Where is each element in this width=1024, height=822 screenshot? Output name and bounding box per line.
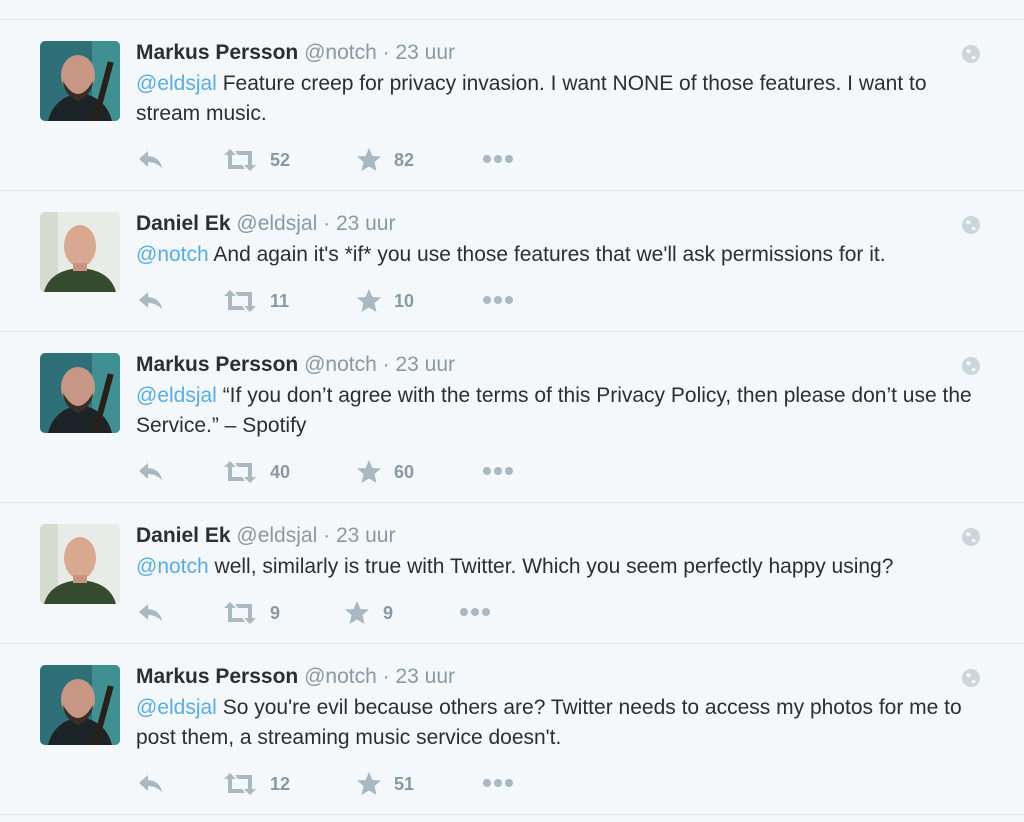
- reply-icon[interactable]: [136, 146, 166, 174]
- tweet-header: Markus Persson @notch · 23 uur: [136, 663, 455, 691]
- tweet-actions: 9 9: [136, 599, 556, 627]
- tweet-text: @eldsjal “If you don’t agree with the te…: [136, 381, 986, 441]
- retweet-count[interactable]: 40: [270, 460, 290, 484]
- author-handle[interactable]: @notch: [304, 665, 377, 688]
- more-icon[interactable]: [481, 458, 517, 486]
- star-icon[interactable]: [344, 599, 370, 627]
- tweet-actions: 40 60: [136, 458, 556, 486]
- tweet-divider: [0, 331, 1024, 332]
- retweet-icon[interactable]: [222, 458, 258, 486]
- retweet-count[interactable]: 11: [270, 289, 289, 313]
- author-name[interactable]: Markus Persson: [136, 41, 298, 64]
- reply-icon[interactable]: [136, 458, 166, 486]
- avatar[interactable]: [40, 41, 120, 121]
- tweet-header: Daniel Ek @eldsjal · 23 uur: [136, 210, 395, 238]
- tweet-body: Feature creep for privacy invasion. I wa…: [136, 72, 927, 125]
- tweet-text: @eldsjal So you're evil because others a…: [136, 693, 986, 753]
- tweet-text: @notch well, similarly is true with Twit…: [136, 552, 986, 582]
- tweet-divider: [0, 814, 1024, 815]
- tweet-actions: 11 10: [136, 287, 556, 315]
- author-name[interactable]: Daniel Ek: [136, 524, 231, 547]
- reply-icon[interactable]: [136, 599, 166, 627]
- separator-dot: ·: [382, 353, 390, 376]
- reply-icon[interactable]: [136, 770, 166, 798]
- tweet-divider: [0, 19, 1024, 20]
- favorite-count[interactable]: 9: [383, 601, 393, 625]
- globe-icon: [962, 357, 980, 375]
- favorite-count[interactable]: 60: [394, 460, 414, 484]
- tweet-body: “If you don’t agree with the terms of th…: [136, 384, 972, 437]
- more-icon[interactable]: [458, 599, 494, 627]
- mention-link[interactable]: @eldsjal: [136, 696, 217, 719]
- star-icon[interactable]: [356, 146, 382, 174]
- retweet-count[interactable]: 52: [270, 148, 290, 172]
- timestamp[interactable]: 23 uur: [336, 212, 396, 235]
- author-name[interactable]: Markus Persson: [136, 353, 298, 376]
- separator-dot: ·: [323, 524, 331, 547]
- tweet-body: So you're evil because others are? Twitt…: [136, 696, 962, 749]
- more-icon[interactable]: [481, 146, 517, 174]
- mention-link[interactable]: @eldsjal: [136, 72, 217, 95]
- tweet-divider: [0, 502, 1024, 503]
- tweet-body: And again it's *if* you use those featur…: [208, 243, 886, 266]
- author-handle[interactable]: @eldsjal: [236, 212, 317, 235]
- retweet-count[interactable]: 12: [270, 772, 290, 796]
- reply-icon[interactable]: [136, 287, 166, 315]
- separator-dot: ·: [323, 212, 331, 235]
- globe-icon: [962, 216, 980, 234]
- mention-link[interactable]: @notch: [136, 555, 209, 578]
- timestamp[interactable]: 23 uur: [395, 665, 455, 688]
- mention-link[interactable]: @eldsjal: [136, 384, 217, 407]
- author-name[interactable]: Daniel Ek: [136, 212, 231, 235]
- tweet-body: well, similarly is true with Twitter. Wh…: [208, 555, 894, 578]
- timestamp[interactable]: 23 uur: [336, 524, 396, 547]
- retweet-icon[interactable]: [222, 599, 258, 627]
- retweet-icon[interactable]: [222, 287, 258, 315]
- retweet-icon[interactable]: [222, 146, 258, 174]
- tweet-text: @notch And again it's *if* you use those…: [136, 240, 986, 270]
- timestamp[interactable]: 23 uur: [395, 41, 455, 64]
- avatar[interactable]: [40, 665, 120, 745]
- tweet-actions: 52 82: [136, 146, 556, 174]
- timeline: Markus Persson @notch · 23 uur @eldsjal …: [0, 0, 1024, 822]
- timestamp[interactable]: 23 uur: [395, 353, 455, 376]
- avatar[interactable]: [40, 524, 120, 604]
- avatar[interactable]: [40, 353, 120, 433]
- separator-dot: ·: [382, 41, 390, 64]
- author-handle[interactable]: @eldsjal: [236, 524, 317, 547]
- more-icon[interactable]: [481, 287, 517, 315]
- tweet-text: @eldsjal Feature creep for privacy invas…: [136, 69, 986, 129]
- tweet-divider: [0, 190, 1024, 191]
- author-name[interactable]: Markus Persson: [136, 665, 298, 688]
- tweet-header: Daniel Ek @eldsjal · 23 uur: [136, 522, 395, 550]
- globe-icon: [962, 45, 980, 63]
- tweet-header: Markus Persson @notch · 23 uur: [136, 351, 455, 379]
- retweet-icon[interactable]: [222, 770, 258, 798]
- favorite-count[interactable]: 10: [394, 289, 414, 313]
- star-icon[interactable]: [356, 287, 382, 315]
- tweet-actions: 12 51: [136, 770, 556, 798]
- avatar[interactable]: [40, 212, 120, 292]
- globe-icon: [962, 528, 980, 546]
- tweet-header: Markus Persson @notch · 23 uur: [136, 39, 455, 67]
- separator-dot: ·: [382, 665, 390, 688]
- star-icon[interactable]: [356, 770, 382, 798]
- retweet-count[interactable]: 9: [270, 601, 280, 625]
- globe-icon: [962, 669, 980, 687]
- star-icon[interactable]: [356, 458, 382, 486]
- favorite-count[interactable]: 51: [394, 772, 414, 796]
- author-handle[interactable]: @notch: [304, 41, 377, 64]
- favorite-count[interactable]: 82: [394, 148, 414, 172]
- more-icon[interactable]: [481, 770, 517, 798]
- mention-link[interactable]: @notch: [136, 243, 209, 266]
- author-handle[interactable]: @notch: [304, 353, 377, 376]
- tweet-divider: [0, 643, 1024, 644]
